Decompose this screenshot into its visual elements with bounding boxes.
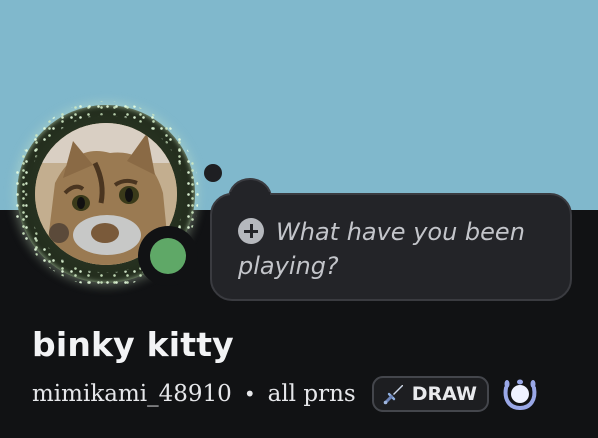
guild-tag-label: DRAW (411, 383, 477, 405)
pronouns: all prns (267, 381, 356, 407)
separator-dot: • (243, 382, 256, 406)
custom-status-placeholder: What have you been playing? (238, 218, 525, 280)
plus-circle-icon[interactable] (238, 218, 264, 244)
thought-bubble-dot (204, 164, 222, 182)
profile-meta-row: mimikami_48910 • all prns DRAW (32, 374, 539, 414)
username[interactable]: mimikami_48910 (32, 381, 232, 407)
laurel-wreath-icon[interactable] (501, 375, 539, 413)
sword-icon (383, 385, 403, 405)
custom-status-bubble[interactable]: What have you been playing? (210, 193, 572, 301)
guild-tag[interactable]: DRAW (371, 376, 489, 412)
bubble-join (230, 192, 270, 198)
display-name: binky kitty (32, 325, 234, 364)
online-status-indicator (150, 238, 186, 274)
